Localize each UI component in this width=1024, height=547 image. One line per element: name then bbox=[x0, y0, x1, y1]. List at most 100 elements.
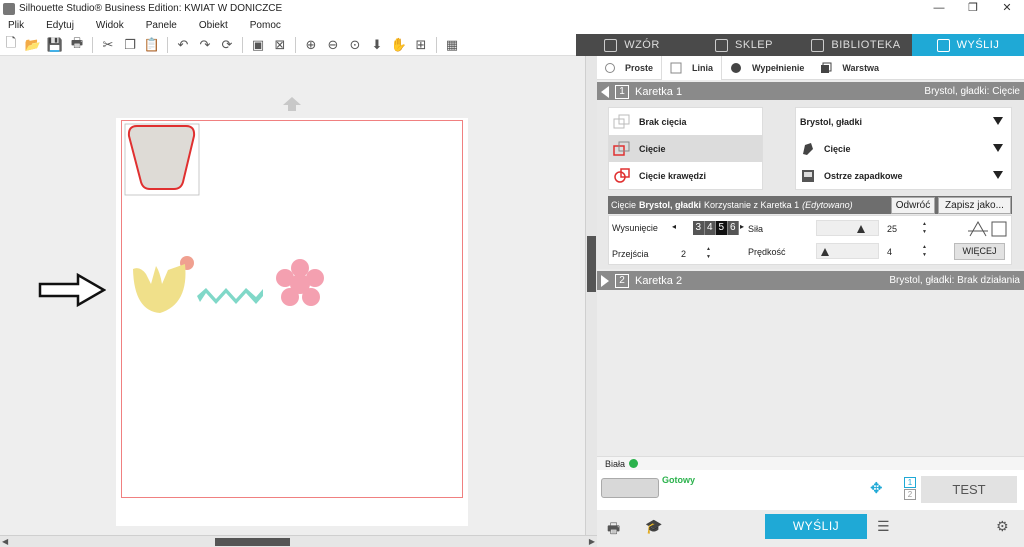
material-value: Brystol, gładki bbox=[800, 116, 863, 127]
carriage-1-toggle[interactable]: 1 bbox=[904, 477, 916, 488]
dropdown-arrow-icon[interactable] bbox=[993, 144, 1003, 152]
scroll-thumb[interactable] bbox=[587, 236, 596, 292]
action-select[interactable]: Cięcie bbox=[796, 135, 1011, 162]
carriage-1-header[interactable]: 1 Karetka 1 Brystol, gładki: Cięcie bbox=[597, 82, 1024, 101]
menu-pomoc[interactable]: Pomoc bbox=[250, 20, 281, 31]
carriage-1-settings: Brak cięcia Cięcie Cięcie krawędzi Bryst… bbox=[597, 100, 1024, 269]
print-icon[interactable]: 🖶 bbox=[69, 35, 85, 53]
more-button[interactable]: WIĘCEJ bbox=[954, 243, 1005, 260]
menu-edytuj[interactable]: Edytuj bbox=[46, 20, 74, 31]
carriage-summary: Brystol, gładki: Cięcie bbox=[924, 86, 1020, 97]
print-queue-icon[interactable]: 🖶 bbox=[607, 518, 620, 542]
add-page-icon[interactable]: ⊞ bbox=[413, 37, 429, 53]
carriage-number: 1 bbox=[615, 84, 629, 99]
zoom-fit-icon[interactable]: ⊙ bbox=[347, 37, 363, 53]
minimize-icon[interactable]: — bbox=[922, 0, 956, 17]
mode-warstwa[interactable]: Warstwa bbox=[812, 56, 887, 80]
move-arrows-icon[interactable]: ✥ bbox=[870, 479, 883, 497]
passes-input[interactable]: 2 bbox=[679, 247, 705, 261]
mode-proste[interactable]: Proste bbox=[597, 56, 661, 80]
open-icon[interactable]: 📂 bbox=[25, 37, 41, 53]
redo-icon[interactable]: ↷ bbox=[197, 37, 213, 53]
force-slider[interactable] bbox=[816, 220, 879, 236]
tool-select[interactable]: Ostrze zapadkowe bbox=[796, 162, 1011, 189]
cut-parameters: Wysunięcie ostrza ◂ 3 4 5 6 ▸ Przejścia … bbox=[608, 215, 1012, 265]
speed-down-icon[interactable]: ▼ bbox=[922, 252, 928, 258]
dropdown-arrow-icon[interactable] bbox=[993, 117, 1003, 125]
pattern-icon[interactable]: ▦ bbox=[444, 37, 460, 53]
menu-panele[interactable]: Panele bbox=[146, 20, 177, 31]
move-down-icon[interactable]: ⬇ bbox=[369, 37, 385, 53]
action-cut[interactable]: Cięcie bbox=[609, 135, 762, 162]
menu-widok[interactable]: Widok bbox=[96, 20, 124, 31]
passes-up-icon[interactable]: ▲ bbox=[706, 246, 712, 252]
slider-knob[interactable] bbox=[821, 248, 829, 256]
tutorial-icon[interactable]: 🎓 bbox=[645, 518, 662, 535]
vertical-scrollbar[interactable] bbox=[585, 56, 597, 535]
cutter-machine-icon[interactable] bbox=[601, 478, 659, 498]
tab-sklep[interactable]: SKLEP bbox=[688, 34, 800, 56]
blade-increase-icon[interactable]: ▸ bbox=[740, 222, 744, 231]
tulip-shape[interactable] bbox=[133, 264, 186, 313]
menu-plik[interactable]: Plik bbox=[8, 20, 24, 31]
mode-label: Wypełnienie bbox=[752, 62, 805, 73]
scroll-left-icon[interactable]: ◀ bbox=[2, 536, 8, 547]
refresh-icon[interactable]: ⟳ bbox=[219, 37, 235, 53]
menu-obiekt[interactable]: Obiekt bbox=[199, 20, 228, 31]
maximize-icon[interactable]: ❐ bbox=[956, 0, 990, 17]
zigzag-shape[interactable] bbox=[197, 288, 263, 304]
new-icon[interactable]: 🗋 bbox=[3, 35, 19, 53]
group-icon[interactable]: ▣ bbox=[250, 37, 266, 53]
tab-wzor[interactable]: WZÓR bbox=[576, 34, 688, 56]
action-label: Cięcie krawędzi bbox=[639, 170, 707, 181]
force-down-icon[interactable]: ▼ bbox=[922, 229, 928, 235]
list-icon[interactable]: ☰ bbox=[877, 518, 890, 535]
paste-icon[interactable]: 📋 bbox=[144, 37, 160, 53]
force-up-icon[interactable]: ▲ bbox=[922, 221, 928, 227]
speed-input[interactable]: 4 bbox=[885, 245, 911, 259]
pot-shape[interactable] bbox=[127, 125, 196, 190]
zoom-in-icon[interactable]: ⊕ bbox=[303, 37, 319, 53]
reverse-button[interactable]: Odwróć bbox=[891, 197, 935, 214]
close-icon[interactable]: ✕ bbox=[990, 0, 1024, 17]
dropdown-arrow-icon[interactable] bbox=[993, 171, 1003, 179]
line-icon bbox=[670, 62, 682, 73]
settings-gear-icon[interactable]: ⚙ bbox=[996, 518, 1009, 535]
save-icon[interactable]: 💾 bbox=[47, 37, 63, 53]
copy-icon[interactable]: ❐ bbox=[122, 37, 138, 53]
carriage-2-toggle[interactable]: 2 bbox=[904, 489, 916, 500]
slider-knob[interactable] bbox=[857, 225, 865, 233]
save-as-button[interactable]: Zapisz jako... bbox=[938, 197, 1011, 214]
blade-depth-dial[interactable]: 3 4 5 6 bbox=[693, 221, 739, 235]
line-style-icon[interactable] bbox=[966, 219, 1010, 239]
speed-slider[interactable] bbox=[816, 243, 879, 259]
tab-wyslij[interactable]: WYŚLIJ bbox=[912, 34, 1024, 56]
passes-down-icon[interactable]: ▼ bbox=[706, 254, 712, 260]
undo-icon[interactable]: ↶ bbox=[175, 37, 191, 53]
horizontal-scrollbar[interactable]: ◀ ▶ bbox=[0, 535, 597, 547]
send-button[interactable]: WYŚLIJ bbox=[765, 514, 867, 539]
mode-linia[interactable]: Linia bbox=[661, 55, 723, 80]
ungroup-icon[interactable]: ⊠ bbox=[272, 37, 288, 53]
scroll-right-icon[interactable]: ▶ bbox=[589, 536, 595, 547]
design-canvas[interactable] bbox=[0, 56, 585, 535]
cut-icon[interactable]: ✂ bbox=[100, 37, 116, 53]
pan-hand-icon[interactable]: ✋ bbox=[391, 37, 407, 53]
zoom-out-icon[interactable]: ⊖ bbox=[325, 37, 341, 53]
carriage-2-header[interactable]: 2 Karetka 2 Brystol, gładki: Brak działa… bbox=[597, 271, 1024, 290]
toolbar-divider bbox=[295, 36, 296, 53]
radio-icon bbox=[605, 62, 615, 73]
scroll-thumb[interactable] bbox=[215, 538, 290, 546]
speed-up-icon[interactable]: ▲ bbox=[922, 244, 928, 250]
test-button[interactable]: TEST bbox=[921, 476, 1017, 503]
mode-wypelnienie[interactable]: Wypełnienie bbox=[722, 56, 812, 80]
flower-shape[interactable] bbox=[276, 259, 324, 306]
carriage-label: Karetka 2 bbox=[635, 274, 683, 287]
action-edge-cut[interactable]: Cięcie krawędzi bbox=[609, 162, 762, 189]
material-select[interactable]: Brystol, gładki bbox=[796, 108, 1011, 135]
send-mode-tabs: Proste Linia Wypełnienie Warstwa bbox=[597, 55, 1024, 80]
force-input[interactable]: 25 bbox=[885, 222, 911, 236]
blade-decrease-icon[interactable]: ◂ bbox=[672, 222, 676, 231]
tab-biblioteka[interactable]: BIBLIOTEKA bbox=[800, 34, 912, 56]
action-no-cut[interactable]: Brak cięcia bbox=[609, 108, 762, 135]
